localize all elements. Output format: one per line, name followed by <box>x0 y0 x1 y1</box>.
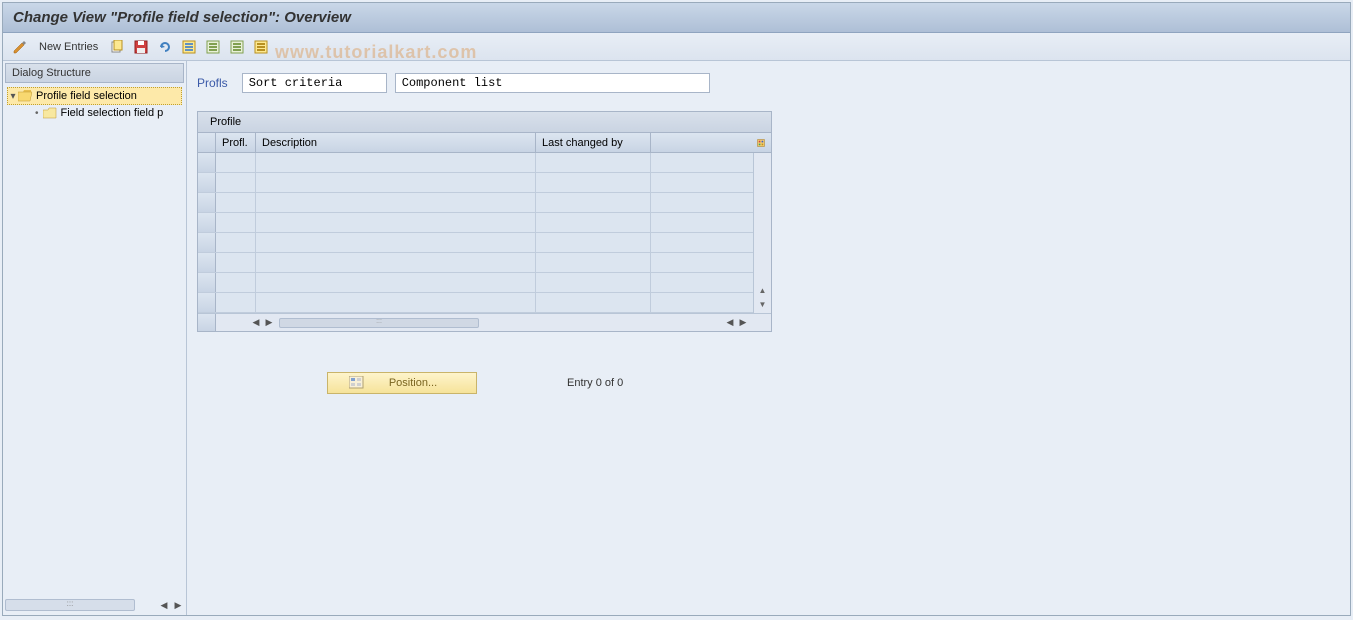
tree-item-field-selection[interactable]: • Field selection field p <box>7 105 182 121</box>
position-button-label: Position... <box>389 377 437 389</box>
row-selector[interactable] <box>198 213 216 232</box>
table-row[interactable] <box>198 153 753 173</box>
deselect-all-icon[interactable] <box>228 38 246 56</box>
horizontal-scrollbar[interactable]: ◀ ▶ ::: ◀ ▶ <box>198 313 771 331</box>
table-row[interactable] <box>198 273 753 293</box>
profile-table: Profile Profl. Description Last changed … <box>197 111 772 332</box>
scroll-right-end-icon[interactable]: ▶ <box>737 317 749 329</box>
dialog-structure-sidebar: Dialog Structure ▾ Profile field selecti… <box>3 61 187 615</box>
print-icon[interactable] <box>252 38 270 56</box>
row-selector[interactable] <box>198 193 216 212</box>
table-row[interactable] <box>198 173 753 193</box>
column-spacer <box>651 133 751 152</box>
scroll-left-end-icon[interactable]: ◀ <box>724 317 736 329</box>
page-title: Change View "Profile field selection": O… <box>3 3 1350 33</box>
component-list-input[interactable] <box>395 73 710 93</box>
scroll-right-icon[interactable]: ▶ <box>263 317 275 329</box>
save-icon[interactable] <box>132 38 150 56</box>
tree-item-label: Profile field selection <box>36 90 137 102</box>
position-button[interactable]: Position... <box>327 372 477 394</box>
tree-bullet-icon: • <box>35 108 39 119</box>
row-selector[interactable] <box>198 273 216 292</box>
row-selector[interactable] <box>198 293 216 312</box>
scroll-down-icon[interactable]: ▼ <box>756 297 770 311</box>
undo-icon[interactable] <box>156 38 174 56</box>
table-row[interactable] <box>198 193 753 213</box>
content-area: Profls Profile Profl. Description Last c… <box>187 61 1350 615</box>
sidebar-scroll-left-icon[interactable]: ◀ <box>158 599 170 611</box>
sidebar-header: Dialog Structure <box>5 63 184 83</box>
table-config-button[interactable] <box>751 133 771 152</box>
vertical-scrollbar[interactable]: ▲ ▼ <box>753 153 771 313</box>
tree-item-label: Field selection field p <box>61 107 164 119</box>
position-icon <box>349 376 365 390</box>
row-selector[interactable] <box>198 253 216 272</box>
row-selector[interactable] <box>198 153 216 172</box>
table-row[interactable] <box>198 253 753 273</box>
scroll-left-icon[interactable]: ◀ <box>250 317 262 329</box>
row-selector[interactable] <box>198 173 216 192</box>
profls-label: Profls <box>197 76 228 90</box>
table-row[interactable] <box>198 233 753 253</box>
column-header-last-changed[interactable]: Last changed by <box>536 133 651 152</box>
entry-status: Entry 0 of 0 <box>567 377 623 389</box>
table-title: Profile <box>198 112 771 133</box>
hscroll-track[interactable]: ::: <box>279 318 479 328</box>
folder-open-icon <box>18 90 32 102</box>
tree-item-profile-field-selection[interactable]: ▾ Profile field selection <box>7 87 182 105</box>
toolbar: New Entries <box>3 33 1350 61</box>
table-row[interactable] <box>198 213 753 233</box>
row-selector[interactable] <box>198 233 216 252</box>
sort-criteria-input[interactable] <box>242 73 387 93</box>
toggle-display-change-icon[interactable] <box>11 38 29 56</box>
column-header-description[interactable]: Description <box>256 133 536 152</box>
row-selector-header[interactable] <box>198 133 216 152</box>
folder-closed-icon <box>43 107 57 119</box>
select-all-icon[interactable] <box>180 38 198 56</box>
sidebar-scroll-right-icon[interactable]: ▶ <box>172 599 184 611</box>
tree-collapse-icon[interactable]: ▾ <box>8 91 18 102</box>
sidebar-resize-grip[interactable]: ::: <box>5 599 135 611</box>
copy-icon[interactable] <box>108 38 126 56</box>
scroll-up-icon[interactable]: ▲ <box>756 283 770 297</box>
column-header-profl[interactable]: Profl. <box>216 133 256 152</box>
table-row[interactable] <box>198 293 753 313</box>
select-block-icon[interactable] <box>204 38 222 56</box>
new-entries-button[interactable]: New Entries <box>35 41 102 53</box>
